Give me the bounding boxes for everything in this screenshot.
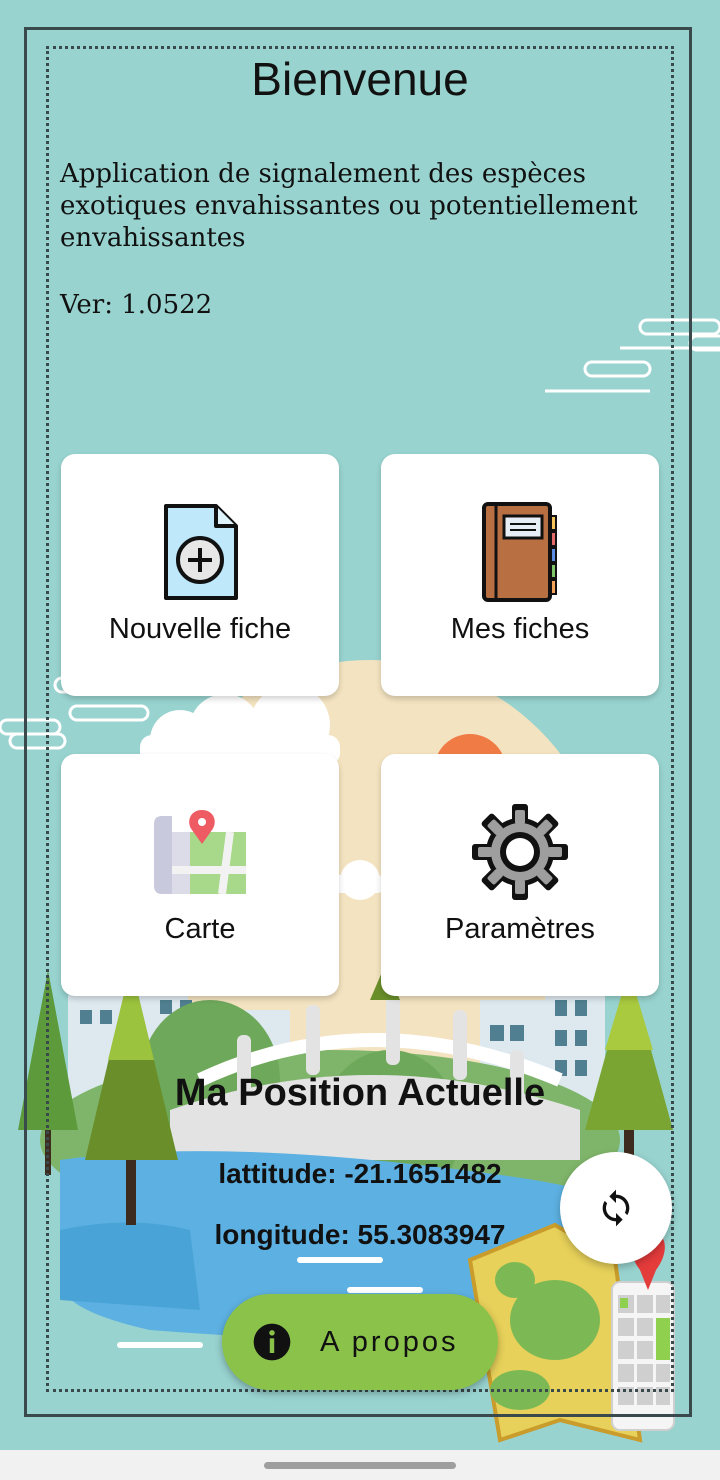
my-forms-label: Mes fiches [450,613,590,645]
map-button[interactable]: Carte [61,754,339,996]
new-form-label: Nouvelle fiche [108,613,292,645]
file-add-icon [164,504,238,600]
refresh-icon [602,1189,630,1227]
my-forms-button[interactable]: Mes fiches [381,454,659,696]
version-label: Ver: 1.0522 [60,290,213,320]
refresh-position-button[interactable] [560,1152,672,1264]
about-label: A propos [320,1326,459,1358]
settings-button[interactable]: Paramètres [381,754,659,996]
page-title: Bienvenue [251,53,469,105]
new-form-button[interactable]: Nouvelle fiche [61,454,339,696]
position-title: Ma Position Actuelle [174,1072,546,1114]
about-button[interactable]: A propos [222,1294,498,1390]
info-icon [253,1323,291,1361]
settings-label: Paramètres [445,913,595,945]
system-navigation-bar [0,1450,720,1480]
map-label: Carte [164,913,236,945]
home-gesture-handle[interactable] [264,1462,456,1469]
map-pin-icon [154,810,246,895]
notebook-icon [482,502,557,602]
app-description: Application de signalement des espèces e… [60,159,638,253]
gear-icon [472,804,568,900]
